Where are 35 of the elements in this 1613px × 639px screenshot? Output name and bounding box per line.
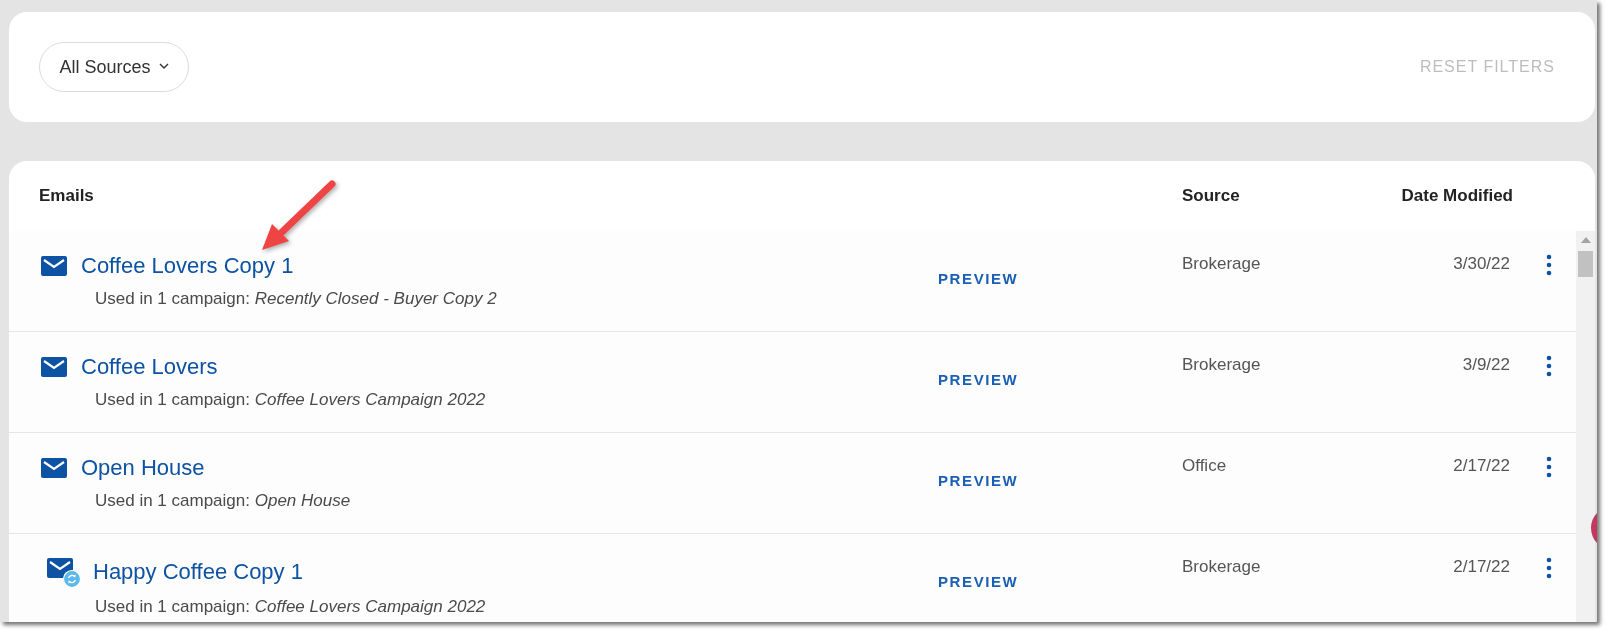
preview-button[interactable]: PREVIEW	[938, 471, 1019, 491]
email-title-link[interactable]: Coffee Lovers	[81, 354, 218, 380]
date-text: 3/9/22	[1462, 354, 1510, 376]
scrollbar-thumb[interactable]	[1578, 251, 1593, 277]
vertical-scrollbar[interactable]	[1576, 231, 1595, 622]
more-options-button[interactable]	[1546, 254, 1552, 276]
date-text: 3/30/22	[1453, 253, 1510, 275]
preview-button[interactable]: PREVIEW	[938, 370, 1019, 390]
email-title-link[interactable]: Open House	[81, 455, 205, 481]
email-title-link[interactable]: Happy Coffee Copy 1	[93, 559, 303, 585]
preview-button[interactable]: PREVIEW	[938, 572, 1019, 592]
source-filter-dropdown[interactable]: All Sources	[39, 42, 189, 92]
source-text: Brokerage	[1182, 355, 1261, 374]
vertical-dots-icon	[1546, 557, 1552, 579]
chevron-down-icon	[158, 62, 169, 69]
more-options-button[interactable]	[1546, 557, 1552, 579]
campaign-usage-text: Used in 1 campaign: Coffee Lovers Campaign 2022	[95, 390, 486, 410]
more-options-button[interactable]	[1546, 456, 1552, 478]
campaign-usage-text: Used in 1 campaign: Recently Closed - Buyer Copy 2	[95, 289, 497, 309]
campaign-usage-text: Used in 1 campaign: Coffee Lovers Campaign 2022	[95, 598, 486, 616]
vertical-dots-icon	[1546, 355, 1552, 377]
source-text: Office	[1182, 456, 1227, 475]
email-title-link[interactable]: Coffee Lovers Copy 1	[81, 253, 294, 279]
more-options-button[interactable]	[1546, 355, 1552, 377]
preview-button[interactable]: PREVIEW	[938, 269, 1019, 289]
source-text: Brokerage	[1182, 557, 1261, 576]
date-text: 2/17/22	[1453, 556, 1510, 578]
date-text: 2/17/22	[1453, 455, 1510, 477]
vertical-dots-icon	[1546, 254, 1552, 276]
vertical-dots-icon	[1546, 456, 1552, 478]
source-text: Brokerage	[1182, 254, 1261, 273]
campaign-usage-text: Used in 1 campaign: Open House	[95, 491, 351, 511]
column-header: Source	[1182, 185, 1240, 207]
column-header: Emails	[39, 185, 94, 207]
column-header: Date Modified	[1401, 185, 1513, 207]
